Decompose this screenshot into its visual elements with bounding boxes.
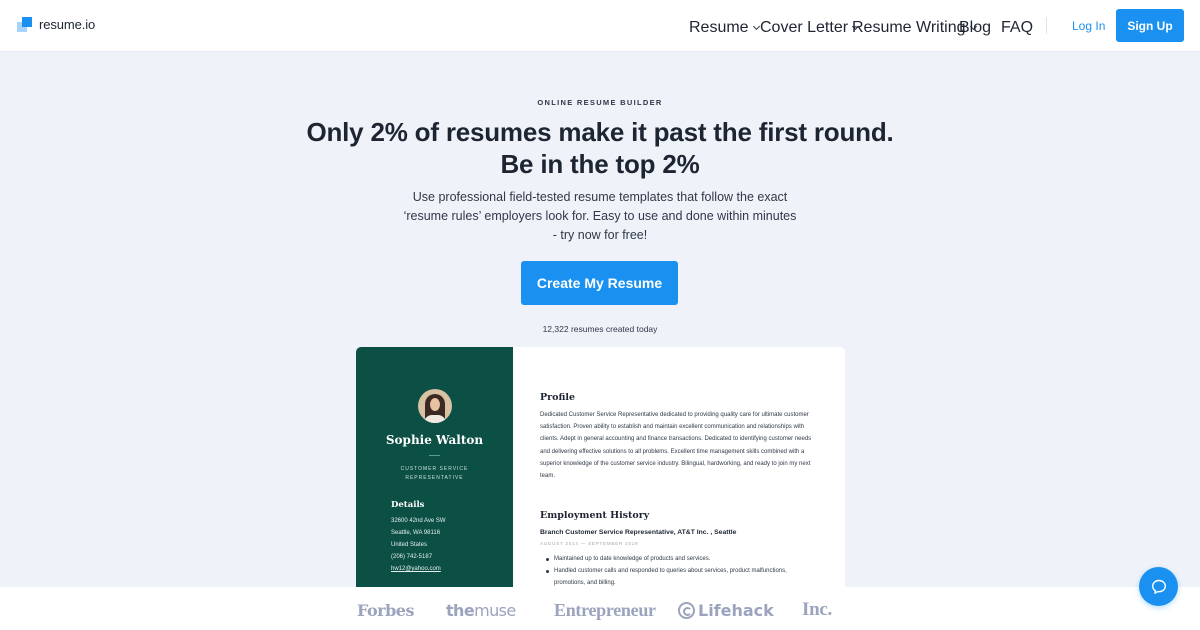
list-item: Handled customer calls and responded to … bbox=[546, 565, 816, 587]
hero-subtext: Use professional field-tested resume tem… bbox=[403, 190, 797, 242]
job-title: Branch Customer Service Representative, … bbox=[540, 529, 737, 536]
signup-button[interactable]: Sign Up bbox=[1116, 9, 1184, 42]
resume-preview: Sophie Walton CUSTOMER SERVICE REPRESENT… bbox=[356, 347, 845, 587]
themuse-logo-the: the bbox=[446, 601, 475, 620]
themuse-logo: themuse bbox=[446, 601, 516, 620]
detail-phone: (206) 742-5187 bbox=[391, 554, 433, 560]
nav-resume-writing-label: Resume Writing bbox=[852, 19, 966, 36]
inc-logo: Inc. bbox=[802, 599, 832, 620]
resume-io-logo-icon bbox=[17, 17, 32, 32]
brand-name: resume.io bbox=[39, 17, 96, 32]
nav-cover-letter[interactable]: Cover Letter bbox=[760, 19, 860, 37]
forbes-logo: Forbes bbox=[357, 601, 414, 620]
job-bullets: Maintained up to date knowledge of produ… bbox=[546, 553, 816, 587]
nav-resume-label: Resume bbox=[689, 19, 749, 36]
profile-text: Dedicated Customer Service Representativ… bbox=[540, 412, 812, 480]
press-logos-bar: Forbes themuse Entrepreneur Lifehack Inc… bbox=[0, 587, 1200, 630]
login-link[interactable]: Log In bbox=[1072, 19, 1105, 33]
nav-blog[interactable]: Blog bbox=[959, 19, 991, 37]
chat-support-button[interactable] bbox=[1139, 567, 1178, 606]
lifehack-logo: Lifehack bbox=[678, 601, 774, 620]
entrepreneur-logo: Entrepreneur bbox=[554, 600, 656, 620]
employment-heading: Employment History bbox=[540, 510, 650, 521]
detail-email: hw12@yahoo.com bbox=[391, 566, 441, 572]
brand-logo[interactable]: resume.io bbox=[17, 17, 95, 32]
nav-resume-writing[interactable]: Resume Writing bbox=[852, 19, 977, 37]
resumes-created-counter: 12,322 resumes created today bbox=[542, 324, 658, 334]
detail-city: Seattle, WA 98116 bbox=[391, 530, 441, 536]
hero-headline: Only 2% of resumes make it past the firs… bbox=[306, 117, 894, 179]
profile-heading: Profile bbox=[540, 392, 576, 403]
divider bbox=[429, 455, 440, 456]
nav-divider bbox=[1046, 17, 1047, 34]
nav-faq[interactable]: FAQ bbox=[1001, 19, 1033, 37]
resume-sidebar: Sophie Walton CUSTOMER SERVICE REPRESENT… bbox=[356, 347, 513, 587]
lifehack-logo-text: Lifehack bbox=[698, 601, 774, 620]
hero-eyebrow: ONLINE RESUME BUILDER bbox=[537, 98, 663, 107]
create-my-resume-button[interactable]: Create My Resume bbox=[521, 261, 678, 305]
resume-job-title: CUSTOMER SERVICE REPRESENTATIVE bbox=[400, 466, 469, 481]
list-item: Maintained up to date knowledge of produ… bbox=[546, 553, 816, 565]
avatar bbox=[418, 389, 452, 423]
themuse-logo-muse: muse bbox=[474, 601, 516, 620]
top-navigation-bar: resume.io Resume Cover Letter Resume Wri… bbox=[0, 0, 1200, 52]
detail-address: 32600 42nd Ave SW bbox=[391, 518, 446, 524]
chevron-down-icon bbox=[752, 22, 760, 31]
lifehack-ring-icon bbox=[678, 602, 695, 619]
detail-country: United States bbox=[391, 542, 428, 548]
resume-name: Sophie Walton bbox=[385, 433, 484, 447]
resume-main-content: Profile Dedicated Customer Service Repre… bbox=[540, 347, 825, 587]
chat-bubble-icon bbox=[1151, 579, 1166, 594]
job-dates: AUGUST 2014 — SEPTEMBER 2019 bbox=[540, 541, 639, 546]
details-heading: Details bbox=[391, 500, 425, 510]
nav-resume[interactable]: Resume bbox=[689, 19, 760, 37]
nav-cover-letter-label: Cover Letter bbox=[760, 19, 849, 36]
